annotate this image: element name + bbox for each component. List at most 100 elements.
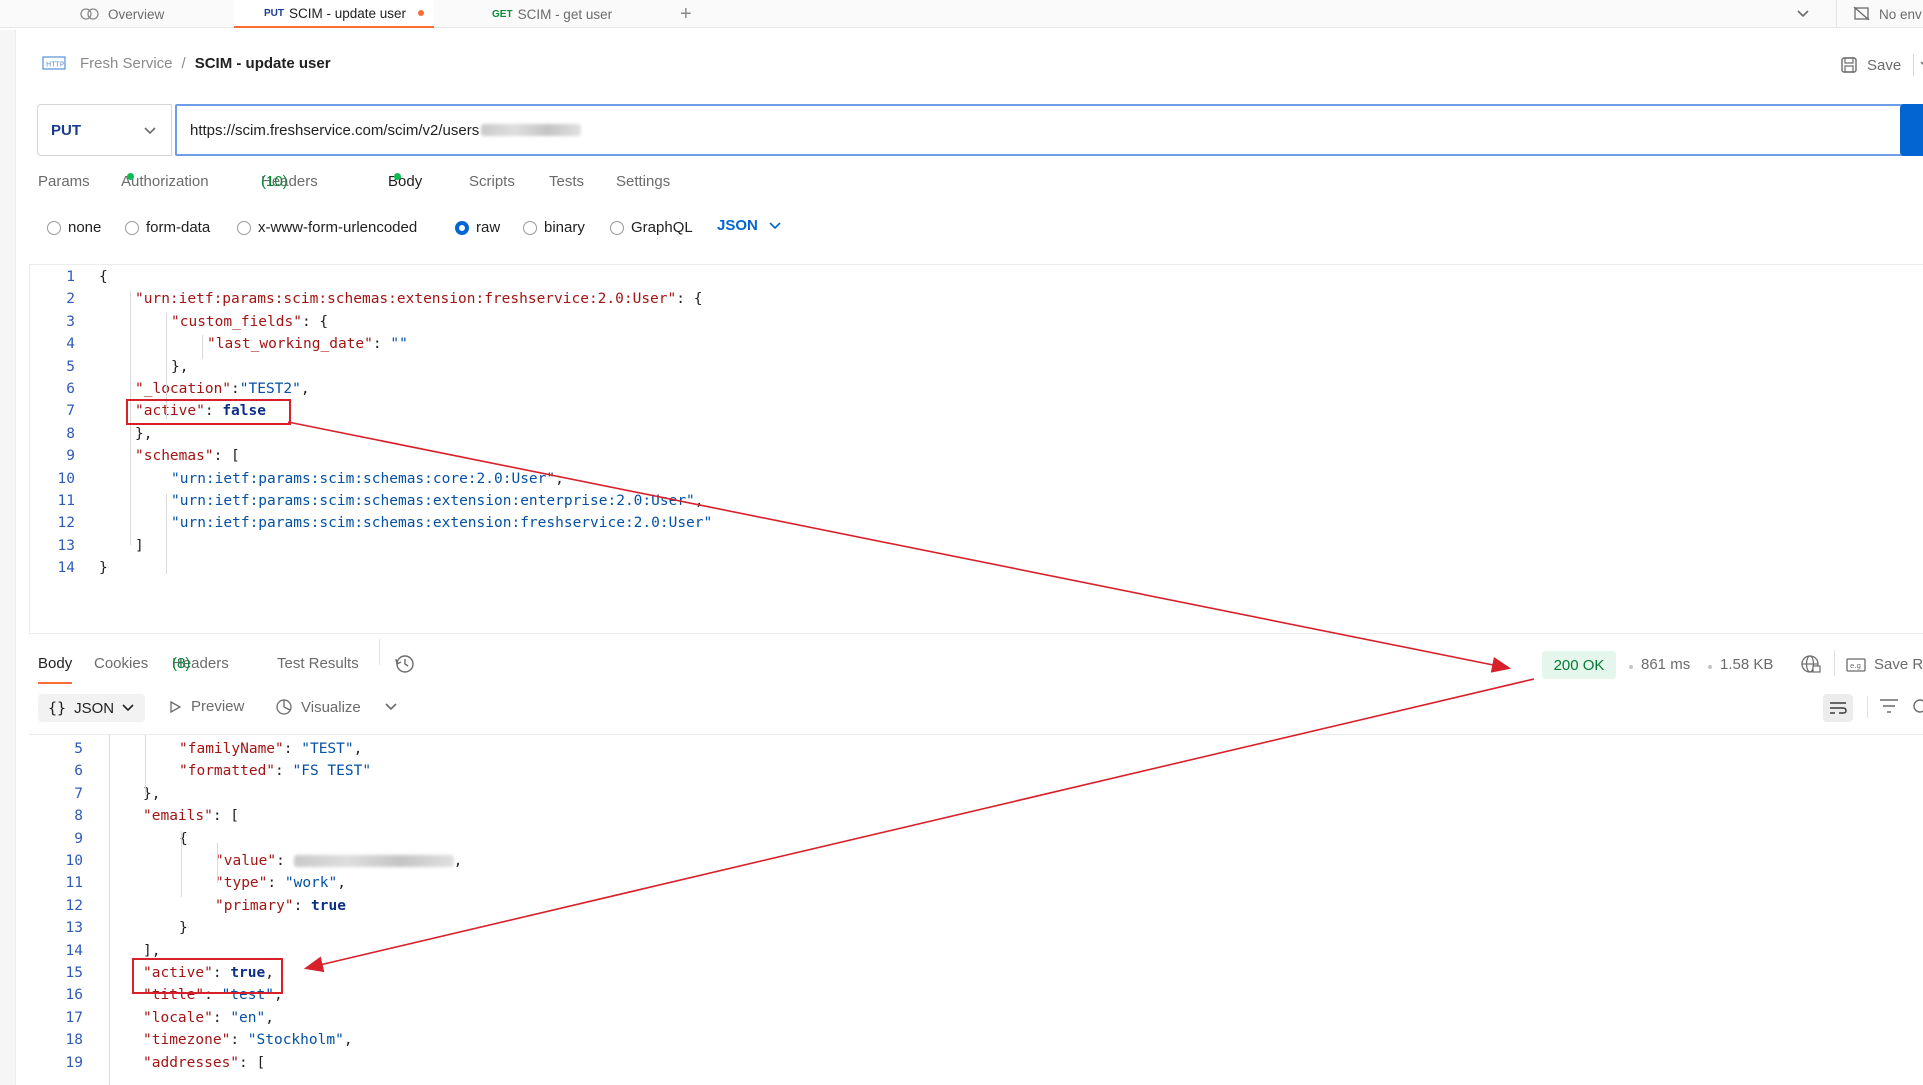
no-environment-icon <box>1853 7 1870 21</box>
code-token: : { <box>301 313 329 330</box>
code-token: "type" <box>215 875 268 892</box>
line-number: 13 <box>65 920 83 937</box>
radio-label: GraphQL <box>631 219 693 236</box>
tab-label: SCIM - get user <box>517 6 613 22</box>
redacted-email <box>293 855 454 867</box>
radio-form-data[interactable]: form-data <box>125 219 210 236</box>
code-token: , <box>265 1009 274 1026</box>
chevron-down-icon <box>769 221 781 229</box>
line-number: 14 <box>57 560 75 577</box>
response-format-label: JSON <box>74 699 115 717</box>
code-line: "value": , <box>215 853 462 869</box>
response-tab-cookies[interactable]: Cookies <box>94 655 148 672</box>
url-input[interactable]: https://scim.freshservice.com/scim/v2/us… <box>175 104 1923 156</box>
radio-raw[interactable]: raw <box>455 219 500 236</box>
code-line: } <box>179 920 188 936</box>
response-tab-body[interactable]: Body <box>38 655 73 684</box>
radio-circle-icon <box>610 220 624 235</box>
code-line: } <box>99 560 108 576</box>
response-tab-test-results[interactable]: Test Results <box>277 655 359 672</box>
preview-button[interactable]: Preview <box>168 698 244 715</box>
redacted-user-id <box>481 124 582 136</box>
history-icon[interactable] <box>394 653 416 679</box>
radio-urlencoded[interactable]: x-www-form-urlencoded <box>237 219 417 236</box>
tab-params[interactable]: Params <box>38 173 90 190</box>
line-number: 6 <box>74 763 83 780</box>
tabs-dropdown-chevron-icon[interactable] <box>1796 0 1810 28</box>
body-format-label: JSON <box>717 217 758 234</box>
response-body-viewer[interactable]: 5 "familyName": "TEST", 6 "formatted": "FS … <box>29 734 1923 1085</box>
code-token: ] <box>135 537 144 554</box>
environment-selector[interactable]: No env <box>1836 0 1922 28</box>
filter-icon[interactable] <box>1879 698 1899 719</box>
line-number: 13 <box>57 537 75 554</box>
tab-tests[interactable]: Tests <box>549 173 584 190</box>
code-line: "emails": [ <box>143 808 239 824</box>
save-dropdown-chevron-icon[interactable] <box>1913 54 1923 76</box>
new-tab-plus-icon[interactable]: + <box>680 0 692 28</box>
tab-settings[interactable]: Settings <box>616 173 670 190</box>
code-token: } <box>99 560 108 577</box>
indent-guide <box>109 735 110 1085</box>
radio-circle-icon <box>47 220 61 235</box>
tab-overview[interactable]: Overview <box>80 0 164 28</box>
http-request-icon: HTTP <box>42 56 66 70</box>
tab-scripts[interactable]: Scripts <box>469 173 515 190</box>
code-token: , <box>300 381 310 397</box>
request-body-editor[interactable]: 1 {2 "urn:ietf:params:scim:schemas:extensi… <box>29 264 1923 634</box>
line-number: 2 <box>66 291 75 308</box>
code-token: "TEST" <box>301 741 354 757</box>
code-token: : [ <box>213 448 240 465</box>
chevron-down-icon <box>122 704 134 712</box>
headers-count: (10) <box>261 173 288 190</box>
wrap-lines-icon[interactable] <box>1823 694 1853 722</box>
radio-none[interactable]: none <box>47 219 101 236</box>
code-line: }, <box>171 359 188 375</box>
code-token: "addresses" <box>143 1054 240 1071</box>
visualize-dropdown-chevron-icon[interactable] <box>385 702 397 712</box>
visualize-button[interactable]: Visualize <box>275 698 361 716</box>
code-line: "locale": "en", <box>143 1010 274 1026</box>
code-line: "urn:ietf:params:scim:schemas:extension:… <box>171 515 712 531</box>
code-token: "_location" <box>135 381 232 397</box>
breadcrumb-request-name[interactable]: SCIM - update user <box>195 55 331 72</box>
code-token: "work" <box>284 875 338 892</box>
response-time[interactable]: 861 ms <box>1641 656 1690 673</box>
save-button[interactable]: Save <box>1840 54 1923 76</box>
radio-selected-icon <box>455 220 469 235</box>
code-token: : { <box>676 291 703 308</box>
play-icon <box>170 700 182 713</box>
code-line: ], <box>143 943 160 959</box>
save-label: Save <box>1867 56 1902 74</box>
line-number: 9 <box>74 830 83 847</box>
response-format-select[interactable]: {} JSON <box>38 694 145 722</box>
breadcrumb-collection[interactable]: Fresh Service <box>80 55 173 72</box>
code-line: { <box>99 269 108 285</box>
visualize-label: Visualize <box>301 698 361 716</box>
code-token: "urn:ietf:params:scim:schemas:extension:… <box>171 515 713 532</box>
code-token: : <box>276 853 294 869</box>
network-globe-icon[interactable] <box>1800 653 1822 679</box>
line-number: 9 <box>66 448 75 465</box>
code-token: "Stockholm" <box>247 1032 344 1049</box>
response-size[interactable]: 1.58 KB <box>1720 656 1773 673</box>
code-token: , <box>337 875 346 892</box>
tab-scim-get-user[interactable]: GET SCIM - get user <box>492 0 612 28</box>
method-select[interactable]: PUT <box>37 104 172 156</box>
code-token: "last_working_date" <box>207 336 373 353</box>
radio-binary[interactable]: binary <box>523 219 585 236</box>
search-icon[interactable] <box>1911 698 1923 721</box>
response-status-badge[interactable]: 200 OK <box>1542 651 1616 679</box>
url-text: https://scim.freshservice.com/scim/v2/us… <box>190 121 480 139</box>
svg-text:HTTP: HTTP <box>46 61 64 69</box>
line-number: 18 <box>65 1032 83 1049</box>
body-format-select[interactable]: JSON <box>717 217 782 234</box>
save-response-label: Save R <box>1874 656 1923 673</box>
tab-scim-update-user[interactable]: PUT SCIM - update user <box>234 0 435 28</box>
send-button[interactable]: S <box>1900 104 1923 156</box>
radio-label: none <box>68 219 102 236</box>
radio-graphql[interactable]: GraphQL <box>610 219 693 236</box>
line-number: 5 <box>66 358 75 375</box>
radio-label: raw <box>476 219 501 236</box>
save-response-button[interactable]: e.g Save R <box>1846 656 1923 673</box>
